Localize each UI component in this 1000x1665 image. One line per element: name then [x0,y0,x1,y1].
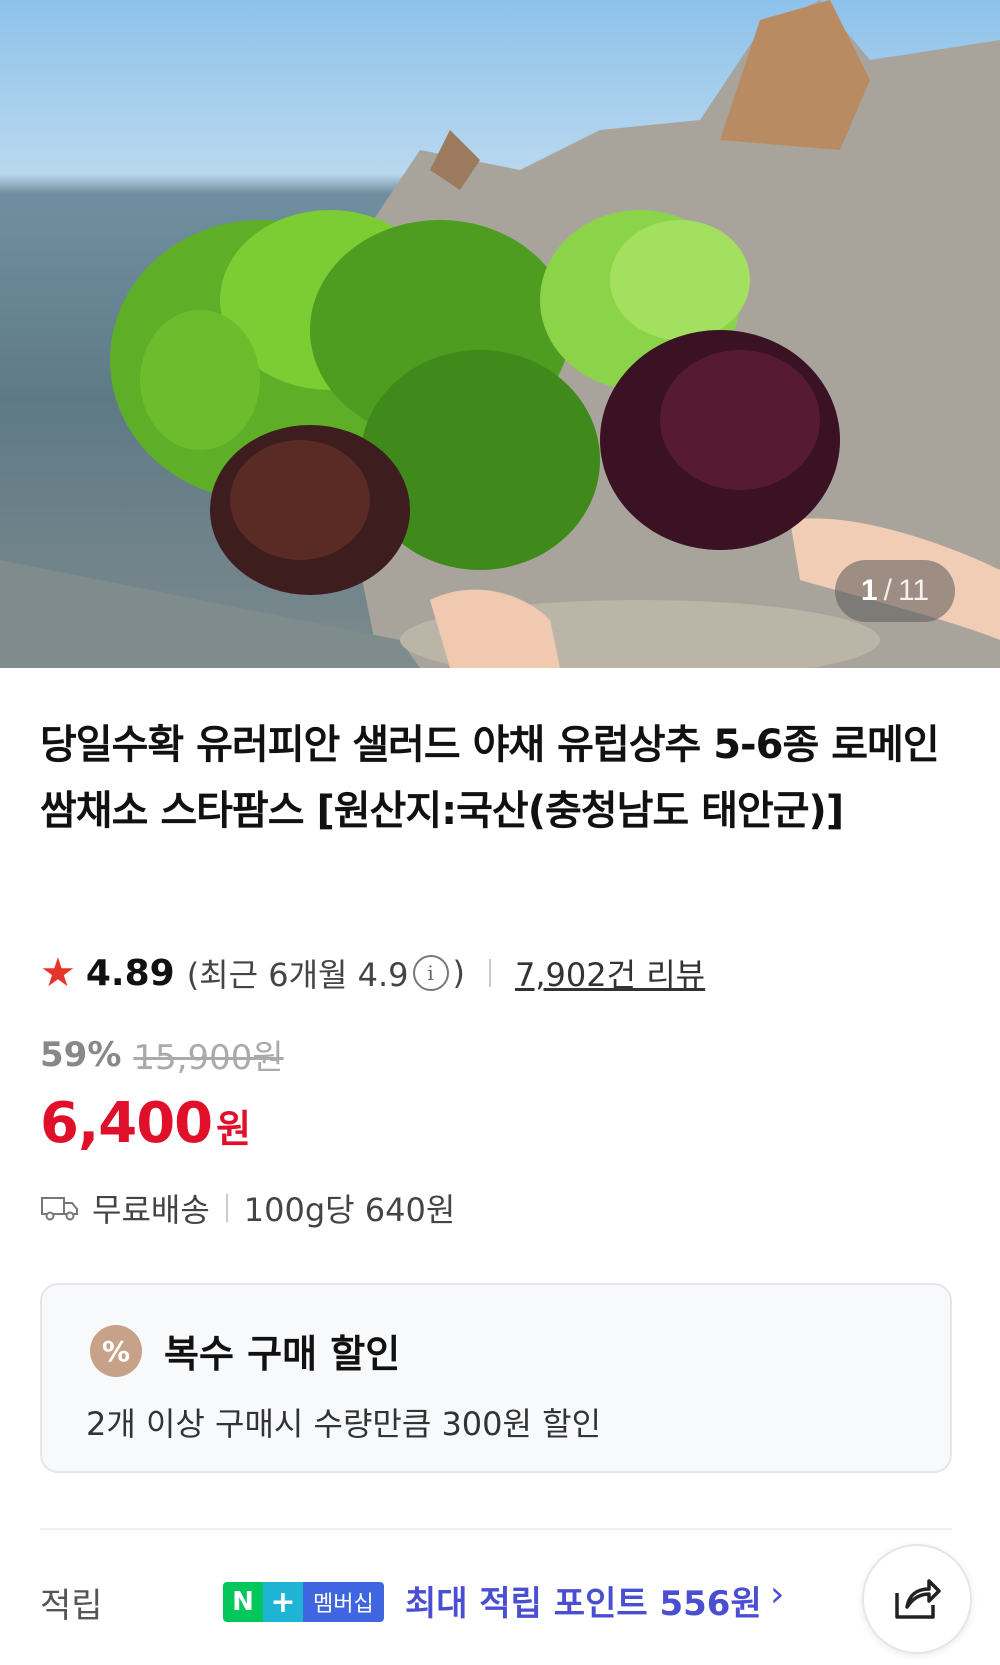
counter-separator: / [883,574,892,607]
discount-rate: 59% [40,1034,122,1075]
current-image-index: 1 [860,574,878,607]
chevron-right-icon[interactable]: › [770,1574,784,1615]
product-image-carousel[interactable]: 1 / 11 [0,0,1000,668]
recent-rating-close: ) [452,954,466,992]
price-block: 59% 15,900원 6,400 원 [40,1030,940,1157]
rating-score: 4.89 [85,952,175,994]
unit-price: 100g당 640원 [243,1191,456,1229]
sale-price: 6,400 [40,1091,213,1156]
info-icon[interactable]: i [412,955,449,991]
rating-row: ★ 4.89 (최근 6개월 4.9 i ) 7,902건 리뷰 [40,948,940,998]
percent-badge-icon: % [90,1325,142,1377]
divider [225,1194,228,1222]
points-label: 적립 [40,1586,103,1626]
membership-label: 멤버십 [303,1582,384,1622]
max-points-link[interactable]: 최대 적립 포인트 556원 [405,1576,762,1625]
promo-title: 복수 구매 할인 [164,1332,401,1376]
divider [489,959,492,987]
shipping-row: 무료배송 100g당 640원 [40,1183,940,1233]
naver-n-icon: N [223,1582,263,1622]
naver-plus-membership-badge: N + 멤버십 [223,1582,384,1622]
total-image-count: 11 [897,574,930,607]
share-button[interactable] [862,1544,972,1654]
free-shipping-label: 무료배송 [92,1191,210,1229]
image-page-counter: 1 / 11 [835,560,955,622]
currency-unit: 원 [216,1107,252,1151]
plus-icon: + [263,1582,303,1622]
sale-price-row: 6,400 원 [40,1091,940,1156]
original-price: 15,900원 [133,1038,284,1078]
original-price-row: 59% 15,900원 [40,1030,940,1079]
multi-buy-discount-box: % 복수 구매 할인 2개 이상 구매시 수량만큼 300원 할인 [40,1283,952,1473]
review-count-link[interactable]: 7,902건 리뷰 [515,950,705,996]
product-title: 당일수확 유러피안 샐러드 야채 유럽상추 5-6종 로메인 쌈채소 스타팜스 … [40,722,940,834]
promo-description: 2개 이상 구매시 수량만큼 300원 할인 [86,1405,602,1443]
share-icon [895,1579,941,1619]
points-row: 적립 N + 멤버십 최대 적립 포인트 556원 › [40,1544,972,1654]
star-icon: ★ [40,950,76,996]
section-divider [40,1528,952,1530]
truck-icon [41,1197,78,1221]
recent-rating-label: (최근 6개월 4.9 [186,956,409,994]
